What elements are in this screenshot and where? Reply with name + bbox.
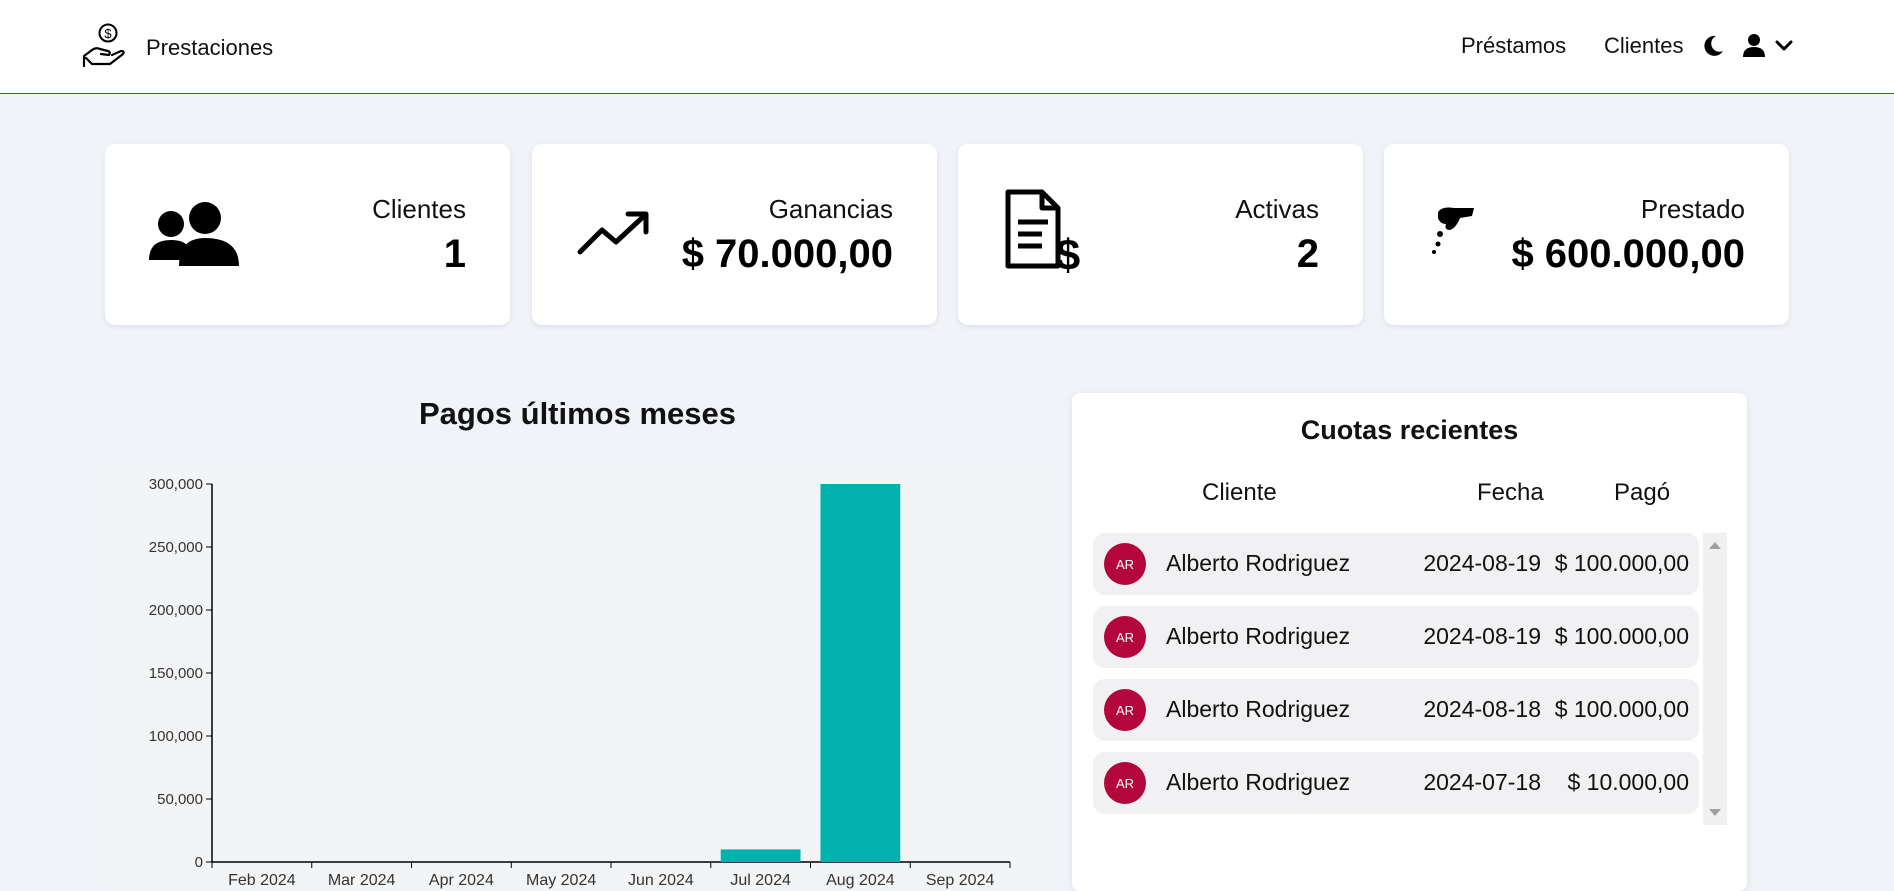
navbar: $ Prestaciones Préstamos Clientes — [0, 0, 1894, 94]
payment-amount: $ 100.000,00 — [1554, 696, 1689, 722]
stat-title: Activas — [1235, 194, 1319, 224]
y-tick-label: 0 — [195, 854, 203, 871]
list-item[interactable]: AR Alberto Rodriguez 2024-08-19 $ 100.00… — [1093, 533, 1699, 595]
y-tick-label: 50,000 — [157, 791, 203, 808]
stat-card-ganancias: Ganancias $ 70.000,00 — [532, 144, 937, 325]
avatar: AR — [1104, 689, 1146, 731]
hand-holding-dollar-icon: $ — [82, 22, 126, 73]
stat-card-prestado: Prestado $ 600.000,00 — [1384, 144, 1789, 325]
user-icon[interactable] — [1742, 33, 1766, 62]
users-icon — [149, 194, 239, 274]
x-tick-label: May 2024 — [526, 872, 596, 889]
payment-date: 2024-08-19 — [1423, 550, 1541, 576]
scroll-down-arrow-icon[interactable] — [1709, 809, 1721, 816]
stat-value: 1 — [443, 232, 466, 276]
payments-chart: 0 50,000 100,000 150,000 200,000 250,000 300,0… — [105, 465, 1050, 891]
avatar: AR — [1104, 543, 1146, 585]
client-name: Alberto Rodriguez — [1166, 696, 1351, 722]
payment-amount: $ 10.000,00 — [1567, 769, 1689, 795]
avatar: AR — [1104, 762, 1146, 804]
payment-date: 2024-08-18 — [1423, 696, 1541, 722]
payment-date: 2024-07-18 — [1423, 769, 1541, 795]
client-name: Alberto Rodriguez — [1166, 769, 1351, 795]
x-tick-label: Apr 2024 — [429, 872, 494, 889]
brand-name: Prestaciones — [146, 34, 274, 60]
avatar: AR — [1104, 616, 1146, 658]
payment-date: 2024-08-19 — [1423, 623, 1541, 649]
stat-value: $ 600.000,00 — [1511, 232, 1745, 276]
chart-title: Pagos últimos meses — [418, 396, 736, 431]
x-tick-label: Jun 2024 — [628, 872, 694, 889]
chevron-down-icon[interactable] — [1775, 39, 1793, 57]
installments-list: AR Alberto Rodriguez 2024-08-19 $ 100.00… — [1093, 533, 1727, 825]
stat-title: Clientes — [372, 194, 466, 224]
trending-up-icon — [576, 194, 666, 274]
client-name: Alberto Rodriguez — [1166, 550, 1351, 576]
nav-link-clientes[interactable]: Clientes — [1604, 33, 1683, 59]
y-tick-label: 150,000 — [149, 665, 203, 682]
stat-title: Prestado — [1640, 194, 1745, 224]
x-tick-label: Feb 2024 — [228, 872, 296, 889]
list-item[interactable]: AR Alberto Rodriguez 2024-08-19 $ 100.00… — [1093, 606, 1699, 668]
list-item[interactable]: AR Alberto Rodriguez 2024-07-18 $ 10.000… — [1093, 752, 1699, 814]
hand-coins-icon — [1428, 194, 1518, 274]
stat-title: Ganancias — [768, 194, 893, 224]
y-tick-label: 200,000 — [149, 602, 203, 619]
svg-text:$: $ — [104, 26, 112, 41]
x-tick-label: Mar 2024 — [328, 872, 396, 889]
payment-amount: $ 100.000,00 — [1554, 623, 1689, 649]
x-tick-label: Jul 2024 — [730, 872, 791, 889]
column-header-paid: Pagó — [1614, 479, 1671, 506]
scrollbar[interactable] — [1703, 533, 1727, 825]
payment-amount: $ 100.000,00 — [1554, 550, 1689, 576]
panel-title: Cuotas recientes — [1300, 415, 1519, 445]
chart-svg: 0 50,000 100,000 150,000 200,000 250,000 300,0… — [149, 476, 1011, 889]
bar — [720, 849, 801, 862]
bar — [820, 484, 901, 862]
moon-icon[interactable] — [1702, 34, 1724, 63]
brand[interactable]: $ Prestaciones — [82, 22, 273, 73]
x-tick-label: Aug 2024 — [826, 872, 895, 889]
stat-value: 2 — [1296, 232, 1319, 276]
stat-value: $ 70.000,00 — [681, 232, 893, 276]
svg-text:$: $ — [1056, 231, 1080, 276]
list-item[interactable]: AR Alberto Rodriguez 2024-08-18 $ 100.00… — [1093, 679, 1699, 741]
scroll-up-arrow-icon[interactable] — [1709, 542, 1721, 549]
recent-installments-panel: Cuotas recientes Cliente Fecha Pagó AR A… — [1072, 393, 1747, 891]
stat-card-clientes: Clientes 1 — [105, 144, 510, 325]
y-tick-label: 300,000 — [149, 476, 203, 493]
y-tick-label: 100,000 — [149, 728, 203, 745]
x-tick-label: Sep 2024 — [926, 872, 995, 889]
y-tick-label: 250,000 — [149, 539, 203, 556]
column-header-date: Fecha — [1477, 479, 1544, 506]
stat-card-activas: $ Activas 2 — [958, 144, 1363, 325]
client-name: Alberto Rodriguez — [1166, 623, 1351, 649]
column-header-client: Cliente — [1202, 479, 1277, 506]
nav-link-prestamos[interactable]: Préstamos — [1461, 33, 1566, 59]
invoice-dollar-icon: $ — [1002, 189, 1092, 280]
